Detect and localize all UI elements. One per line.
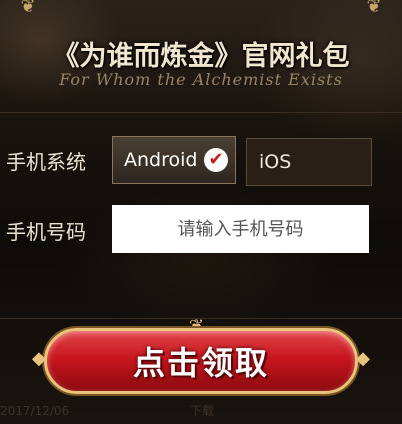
- phone-number-input[interactable]: [112, 205, 369, 253]
- page-subtitle: For Whom the Alchemist Exists: [59, 70, 343, 89]
- phone-label: 手机号码: [6, 220, 86, 244]
- ios-label: iOS: [259, 151, 292, 173]
- ornament-icon: ◆: [356, 348, 370, 369]
- background-date-text: 2017/12/06: [0, 404, 70, 418]
- claim-button-frame: ❦ 点击领取 ◆ ◆: [32, 318, 370, 402]
- claim-button[interactable]: 点击领取: [44, 328, 358, 394]
- android-label: Android: [124, 149, 198, 171]
- android-option-button[interactable]: Android ✔: [112, 136, 236, 184]
- corner-ornament-icon: ❦: [366, 0, 382, 17]
- background-download-text: 下载: [190, 404, 215, 418]
- page-title: 《为谁而炼金》官网礼包: [52, 41, 350, 72]
- ios-option-button[interactable]: iOS: [246, 138, 372, 186]
- divider: [0, 112, 402, 113]
- check-icon: ✔: [204, 148, 228, 172]
- corner-ornament-icon: ❦: [20, 0, 36, 17]
- ornament-icon: ◆: [32, 348, 46, 369]
- system-label: 手机系统: [6, 150, 86, 174]
